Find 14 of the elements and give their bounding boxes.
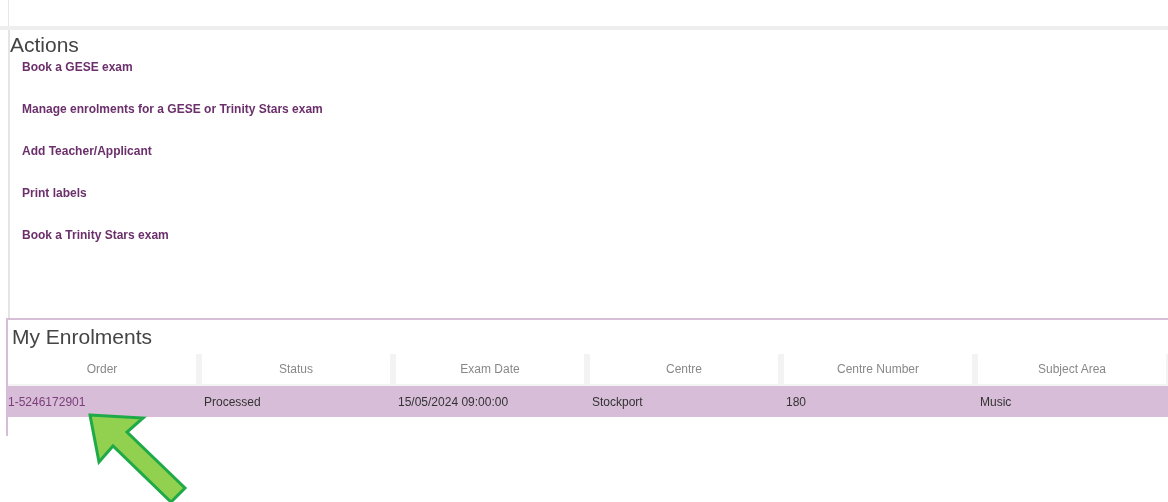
table-cell-text: Processed — [204, 393, 261, 411]
action-link[interactable]: Book a GESE exam — [22, 60, 133, 74]
action-link[interactable]: Print labels — [22, 186, 87, 200]
table-cell-text: Stockport — [592, 393, 643, 411]
order-link[interactable]: 1-5246172901 — [8, 392, 86, 411]
section-title: My Enrolments — [11, 324, 154, 350]
table-row[interactable]: 1-5246172901 Processed 15/05/2024 09:00:00 Stockport 180 Music — [8, 386, 1168, 417]
section-title: Actions — [10, 32, 80, 58]
action-link[interactable]: Add Teacher/Applicant — [22, 144, 152, 158]
table-cell-text: Music — [980, 393, 1012, 411]
table-cell-text: 15/05/2024 09:00:00 — [398, 393, 509, 411]
table-cell-text: 180 — [786, 393, 807, 411]
action-link[interactable]: Manage enrolments for a GESE or Trinity Stars exam — [22, 102, 323, 116]
action-link[interactable]: Book a Trinity Stars exam — [22, 228, 169, 242]
